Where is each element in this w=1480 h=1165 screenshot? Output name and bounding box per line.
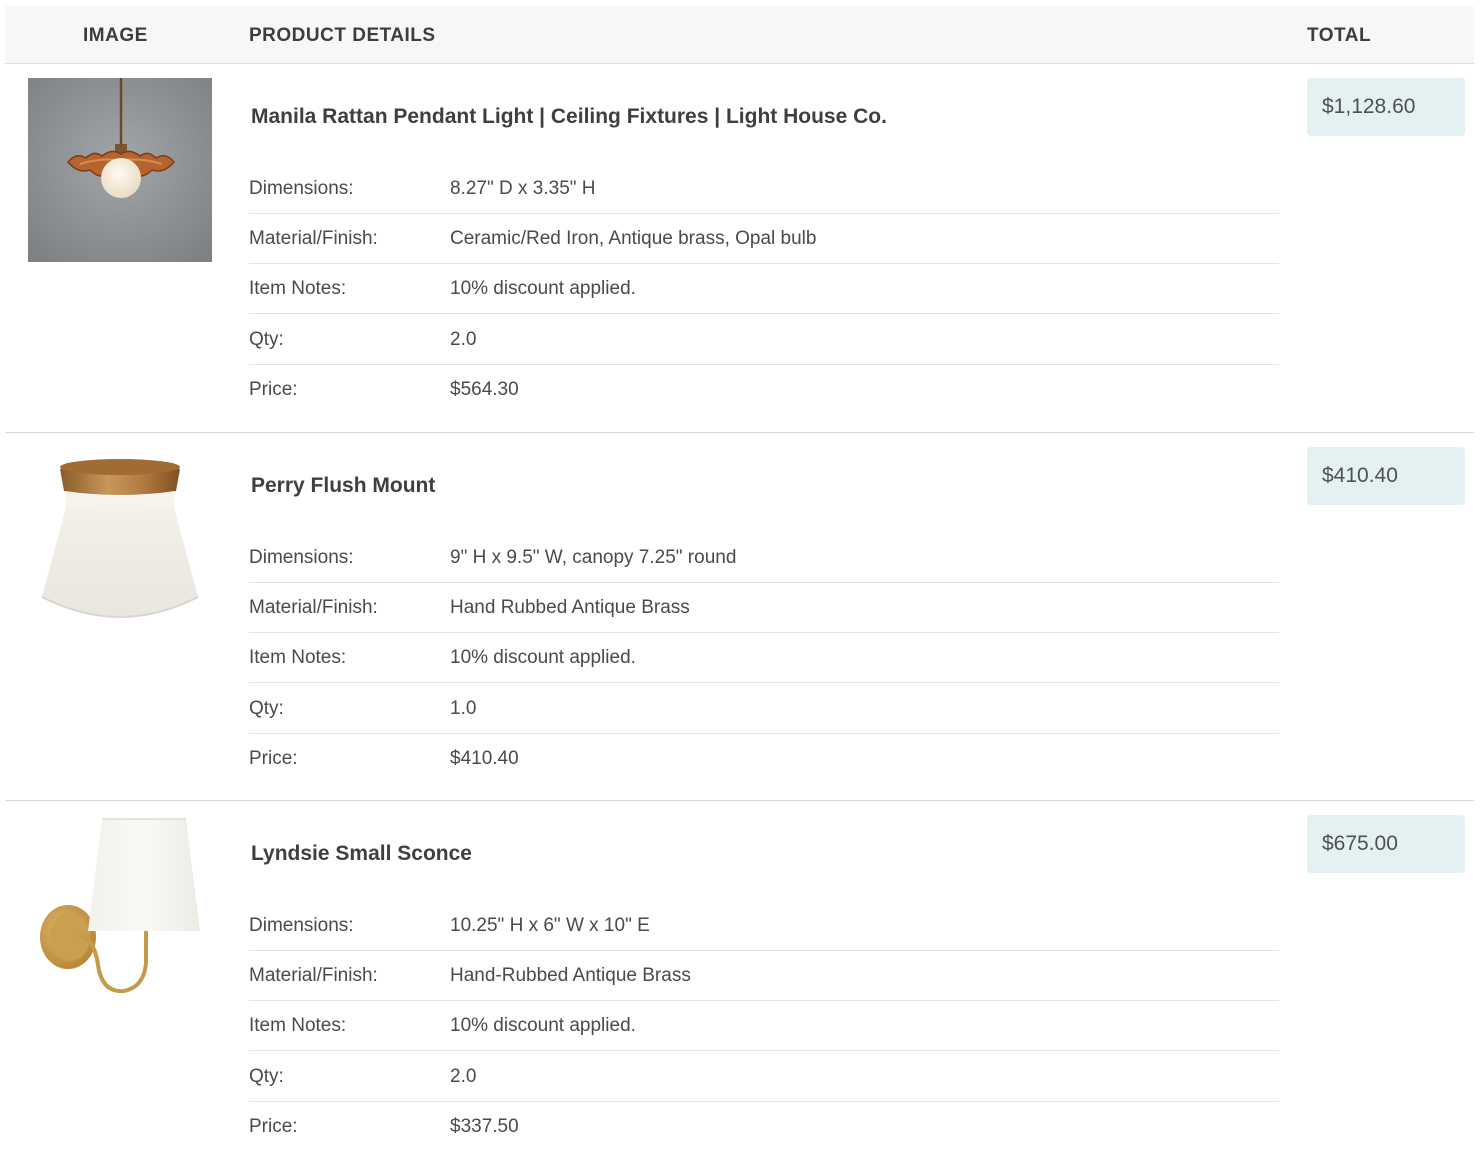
spec-label: Price: [249,748,298,769]
line-total: $1,128.60 [1307,78,1465,136]
spec-label: Qty: [249,698,284,719]
spec-label: Item Notes: [249,278,347,299]
spec-value: 10% discount applied. [450,278,636,299]
table-row: Lyndsie Small Sconce Dimensions: 10.25" … [5,801,1474,1165]
column-header-total: TOTAL [1307,25,1372,46]
product-image-flush-mount[interactable] [28,447,212,631]
line-total: $410.40 [1307,447,1465,505]
spec-value: 9" H x 9.5" W, canopy 7.25" round [450,547,737,568]
product-title: Manila Rattan Pendant Light | Ceiling Fi… [251,105,887,128]
spec-value: 10% discount applied. [450,1015,636,1036]
spec-row-price: Price: $337.50 [249,1102,1279,1152]
spec-value: $337.50 [450,1116,519,1137]
spec-row-notes: Item Notes: 10% discount applied. [249,1001,1279,1051]
line-total: $675.00 [1307,815,1465,873]
product-title: Perry Flush Mount [251,474,436,497]
spec-value: Hand Rubbed Antique Brass [450,597,690,618]
spec-label: Item Notes: [249,647,347,668]
column-header-product-details: PRODUCT DETAILS [249,25,436,46]
table-header: IMAGE PRODUCT DETAILS TOTAL [5,6,1474,64]
spec-row-dimensions: Dimensions: 8.27" D x 3.35" H [249,164,1279,214]
spec-value: 10.25" H x 6" W x 10" E [450,915,650,936]
spec-row-qty: Qty: 2.0 [249,315,1279,365]
spec-value: $410.40 [450,748,519,769]
spec-row-price: Price: $564.30 [249,365,1279,415]
table-row: Perry Flush Mount Dimensions: 9" H x 9.5… [5,433,1474,801]
spec-label: Dimensions: [249,547,354,568]
product-title: Lyndsie Small Sconce [251,842,472,865]
spec-value: 8.27" D x 3.35" H [450,178,596,199]
spec-label: Qty: [249,329,284,350]
spec-row-qty: Qty: 1.0 [249,684,1279,734]
spec-label: Qty: [249,1066,284,1087]
spec-value: 10% discount applied. [450,647,636,668]
column-header-image: IMAGE [83,25,148,46]
spec-label: Material/Finish: [249,228,378,249]
spec-label: Dimensions: [249,915,354,936]
spec-value: 2.0 [450,1066,477,1087]
spec-row-material: Material/Finish: Ceramic/Red Iron, Antiq… [249,214,1279,264]
spec-row-material: Material/Finish: Hand-Rubbed Antique Bra… [249,951,1279,1001]
spec-row-dimensions: Dimensions: 9" H x 9.5" W, canopy 7.25" … [249,533,1279,583]
spec-row-qty: Qty: 2.0 [249,1052,1279,1102]
spec-row-material: Material/Finish: Hand Rubbed Antique Bra… [249,583,1279,633]
spec-value: 2.0 [450,329,477,350]
spec-value: Hand-Rubbed Antique Brass [450,965,691,986]
product-image-pendant-light[interactable] [28,78,212,262]
spec-label: Material/Finish: [249,597,378,618]
spec-value: $564.30 [450,379,519,400]
product-image-sconce[interactable] [28,815,212,999]
spec-label: Item Notes: [249,1015,347,1036]
spec-value: 1.0 [450,698,477,719]
spec-row-price: Price: $410.40 [249,734,1279,784]
spec-value: Ceramic/Red Iron, Antique brass, Opal bu… [450,228,817,249]
spec-label: Dimensions: [249,178,354,199]
spec-label: Material/Finish: [249,965,378,986]
spec-row-dimensions: Dimensions: 10.25" H x 6" W x 10" E [249,901,1279,951]
spec-label: Price: [249,379,298,400]
spec-row-notes: Item Notes: 10% discount applied. [249,264,1279,314]
spec-row-notes: Item Notes: 10% discount applied. [249,633,1279,683]
table-row: Manila Rattan Pendant Light | Ceiling Fi… [5,64,1474,433]
spec-label: Price: [249,1116,298,1137]
